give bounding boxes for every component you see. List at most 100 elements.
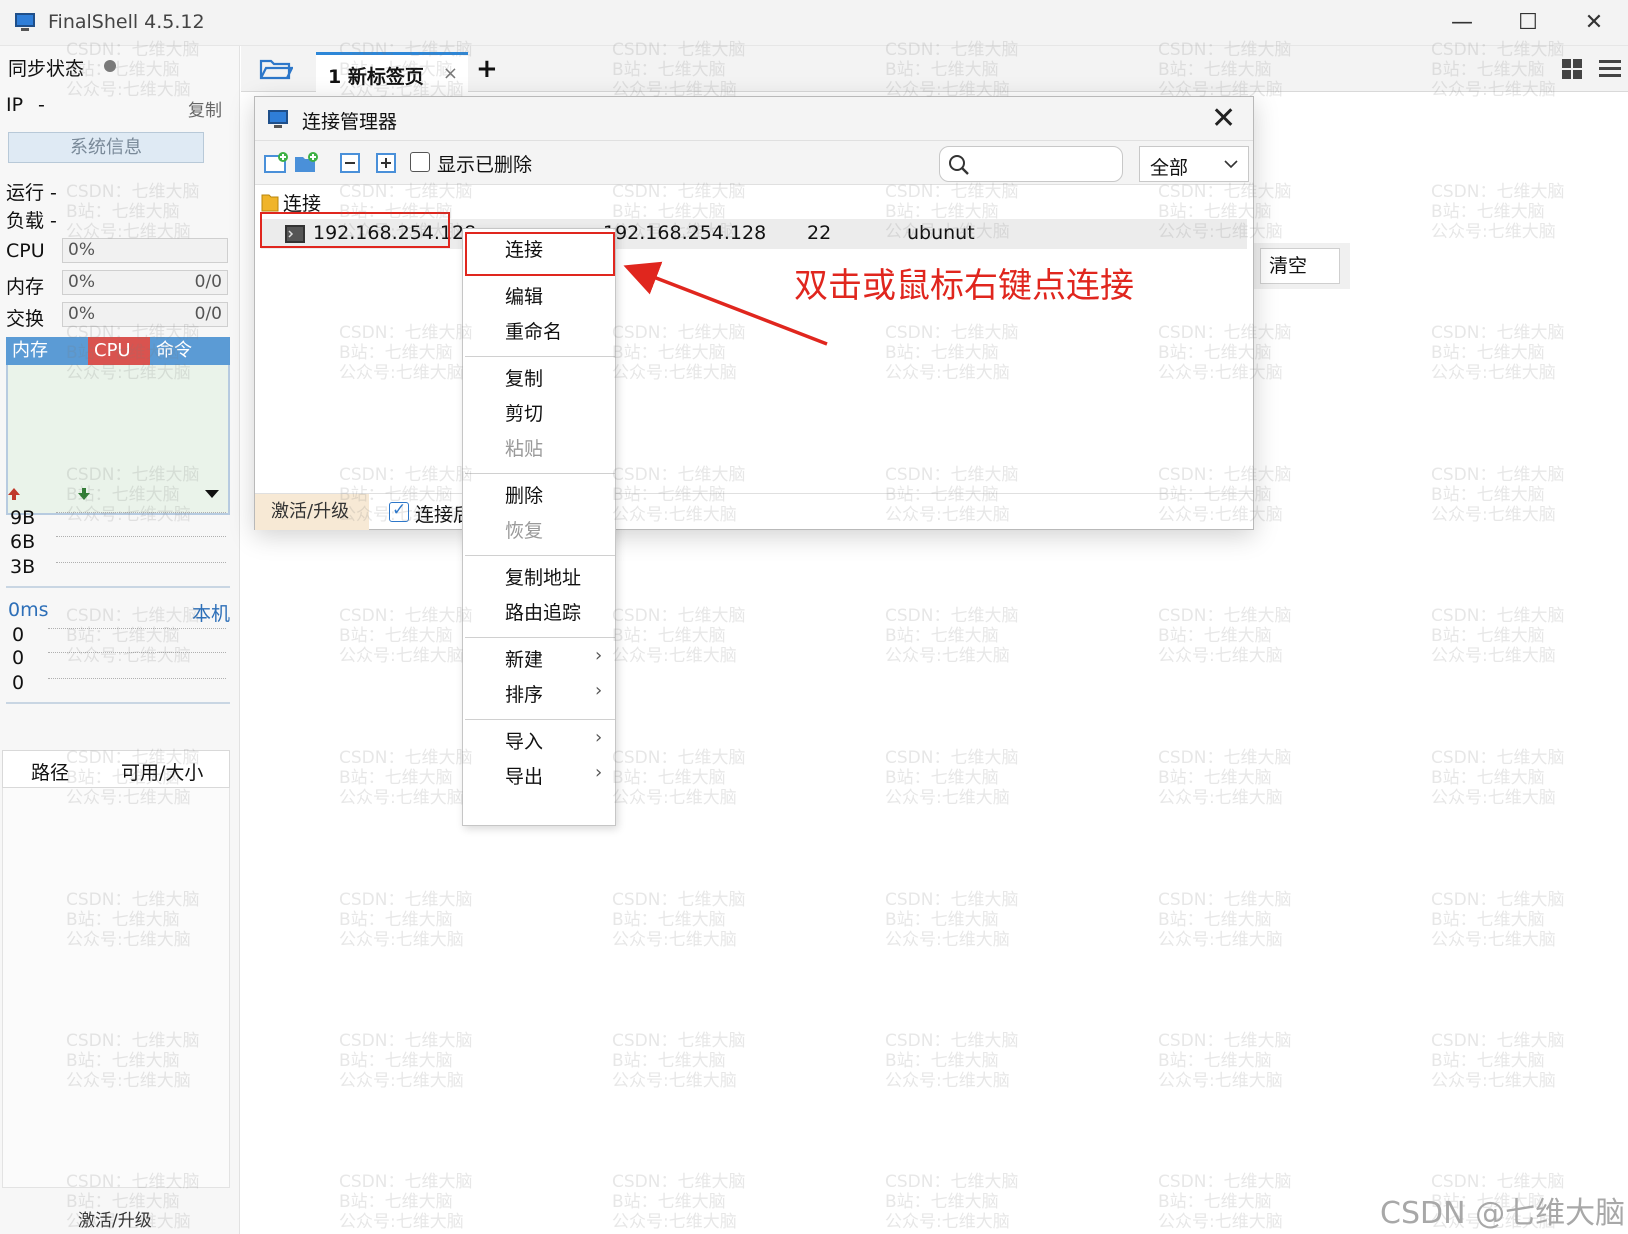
watermark-line: B站：七维大脑 [1431, 910, 1545, 930]
disk-col-path[interactable]: 路径 [31, 758, 69, 785]
annotation-text: 双击或鼠标右键点连接 [794, 266, 1134, 306]
watermark-line: CSDN：七维大脑 [612, 1172, 746, 1192]
menu-item[interactable]: 路由追踪 [505, 598, 581, 625]
watermark-line: CSDN：七维大脑 [1431, 1031, 1565, 1051]
mem-label: 内存 [6, 276, 45, 298]
connection-port: 22 [807, 222, 832, 244]
watermark-line: B站：七维大脑 [885, 626, 999, 646]
highlight-connect-item-box [465, 232, 615, 276]
watermark-line: B站：七维大脑 [339, 1192, 453, 1212]
menu-item[interactable]: 复制地址 [505, 563, 581, 590]
sync-status-label: 同步状态 [8, 58, 85, 80]
minimize-button[interactable]: — [1442, 8, 1482, 38]
watermark: CSDN：七维大脑B站：七维大脑公众号:七维大脑 [612, 1031, 745, 1091]
menu-item[interactable]: 新建 [505, 645, 543, 672]
new-connection-icon[interactable] [263, 151, 289, 175]
mem-meter: 0% 0/0 [62, 270, 228, 295]
chevron-right-icon: › [595, 645, 603, 666]
show-deleted-checkbox[interactable] [410, 152, 430, 172]
watermark: CSDN：七维大脑B站：七维大脑公众号:七维大脑 [885, 748, 1018, 808]
watermark-line: B站：七维大脑 [885, 1051, 999, 1071]
watermark: CSDN：七维大脑B站：七维大脑公众号:七维大脑 [1431, 748, 1564, 808]
disk-col-size[interactable]: 可用/大小 [121, 758, 203, 785]
cpu-meter: 0% [62, 238, 228, 263]
watermark-line: B站：七维大脑 [339, 910, 453, 930]
tab-command[interactable]: 命令 [150, 337, 230, 365]
latency-gridline [48, 628, 226, 629]
watermark-line: B站：七维大脑 [1158, 1051, 1272, 1071]
menu-separator [465, 719, 615, 720]
latency-gridline [48, 652, 226, 653]
chevron-down-icon[interactable] [204, 488, 220, 500]
menu-item[interactable]: 剪切 [505, 399, 543, 426]
clear-button[interactable]: 清空 [1260, 248, 1340, 284]
finalshell-window: FinalShell 4.5.12 — ☐ ✕ 同步状态 IP - 复制 系统信… [0, 0, 1628, 1234]
tab-memory[interactable]: 内存 [6, 337, 88, 365]
grid-view-icon[interactable] [1561, 58, 1583, 80]
hamburger-menu-icon[interactable] [1598, 58, 1622, 80]
watermark-line: CSDN：七维大脑 [1431, 606, 1565, 626]
swap-meter: 0% 0/0 [62, 302, 228, 327]
watermark-line: CSDN：七维大脑 [612, 1031, 746, 1051]
dialog-app-icon [268, 110, 288, 128]
dialog-close-button[interactable]: ✕ [1211, 101, 1236, 136]
new-folder-icon[interactable] [293, 151, 319, 175]
dialog-upgrade-link[interactable]: 激活/升级 [255, 494, 369, 530]
menu-item[interactable]: 复制 [505, 364, 543, 391]
watermark: CSDN：七维大脑B站：七维大脑公众号:七维大脑 [885, 606, 1018, 666]
add-tab-button[interactable]: + [476, 54, 498, 84]
watermark-line: CSDN：七维大脑 [885, 748, 1019, 768]
watermark-line: CSDN：七维大脑 [885, 1172, 1019, 1192]
tab-new-tab[interactable]: 1 新标签页 × [316, 52, 468, 92]
dialog-title: 连接管理器 [302, 111, 398, 133]
search-input[interactable] [939, 146, 1123, 182]
watermark: CSDN：七维大脑B站：七维大脑公众号:七维大脑 [1158, 606, 1291, 666]
monitor-tabs: 内存 CPU 命令 [6, 337, 230, 365]
menu-item[interactable]: 删除 [505, 481, 543, 508]
menu-item[interactable]: 导出 [505, 762, 543, 789]
cpu-label: CPU [6, 240, 45, 262]
swap-label: 交换 [6, 308, 45, 330]
watermark-line: B站：七维大脑 [612, 626, 726, 646]
dialog-title-bar: 连接管理器 ✕ [255, 97, 1253, 141]
local-host-label[interactable]: 本机 [192, 599, 230, 626]
expand-all-icon[interactable] [373, 151, 399, 175]
net-gridline [56, 562, 226, 563]
sidebar-upgrade-link[interactable]: 激活/升级 [78, 1206, 152, 1231]
maximize-button[interactable]: ☐ [1508, 8, 1548, 38]
collapse-all-icon[interactable] [337, 151, 363, 175]
watermark-line: B站：七维大脑 [1158, 768, 1272, 788]
watermark-line: CSDN：七维大脑 [339, 890, 473, 910]
watermark-line: B站：七维大脑 [1431, 1051, 1545, 1071]
watermark-line: CSDN：七维大脑 [612, 890, 746, 910]
mem-value: 0% [68, 272, 95, 292]
watermark-line: CSDN：七维大脑 [339, 1031, 473, 1051]
close-window-button[interactable]: ✕ [1574, 8, 1614, 38]
tab-cpu[interactable]: CPU [88, 337, 150, 365]
system-info-button[interactable]: 系统信息 [8, 132, 204, 163]
watermark-line: B站：七维大脑 [1431, 343, 1545, 363]
swap-ratio: 0/0 [194, 304, 222, 324]
monitor-graph [6, 365, 230, 515]
menu-separator [465, 356, 615, 357]
show-deleted-label: 显示已删除 [437, 154, 533, 176]
menu-item[interactable]: 编辑 [505, 282, 543, 309]
open-folder-icon[interactable] [259, 56, 293, 82]
watermark-line: 公众号:七维大脑 [1431, 363, 1556, 383]
watermark-line: CSDN：七维大脑 [1431, 323, 1565, 343]
copy-ip-link[interactable]: 复制 [188, 96, 222, 121]
watermark: CSDN：七维大脑B站：七维大脑公众号:七维大脑 [1431, 182, 1564, 242]
menu-item[interactable]: 重命名 [505, 317, 562, 344]
menu-item[interactable]: 导入 [505, 727, 543, 754]
chevron-right-icon: › [595, 680, 603, 701]
tab-close-icon[interactable]: × [443, 63, 458, 84]
watermark-line: B站：七维大脑 [1431, 626, 1545, 646]
title-bar: FinalShell 4.5.12 — ☐ ✕ [0, 0, 1628, 46]
menu-item[interactable]: 排序 [505, 680, 543, 707]
connect-after-checkbox[interactable] [389, 500, 409, 522]
watermark-line: 公众号:七维大脑 [1431, 505, 1556, 525]
watermark-line: 公众号:七维大脑 [1158, 930, 1283, 950]
filter-select[interactable]: 全部 [1139, 146, 1249, 182]
run-label: 运行 - [6, 182, 57, 204]
app-title: FinalShell 4.5.12 [48, 11, 205, 33]
